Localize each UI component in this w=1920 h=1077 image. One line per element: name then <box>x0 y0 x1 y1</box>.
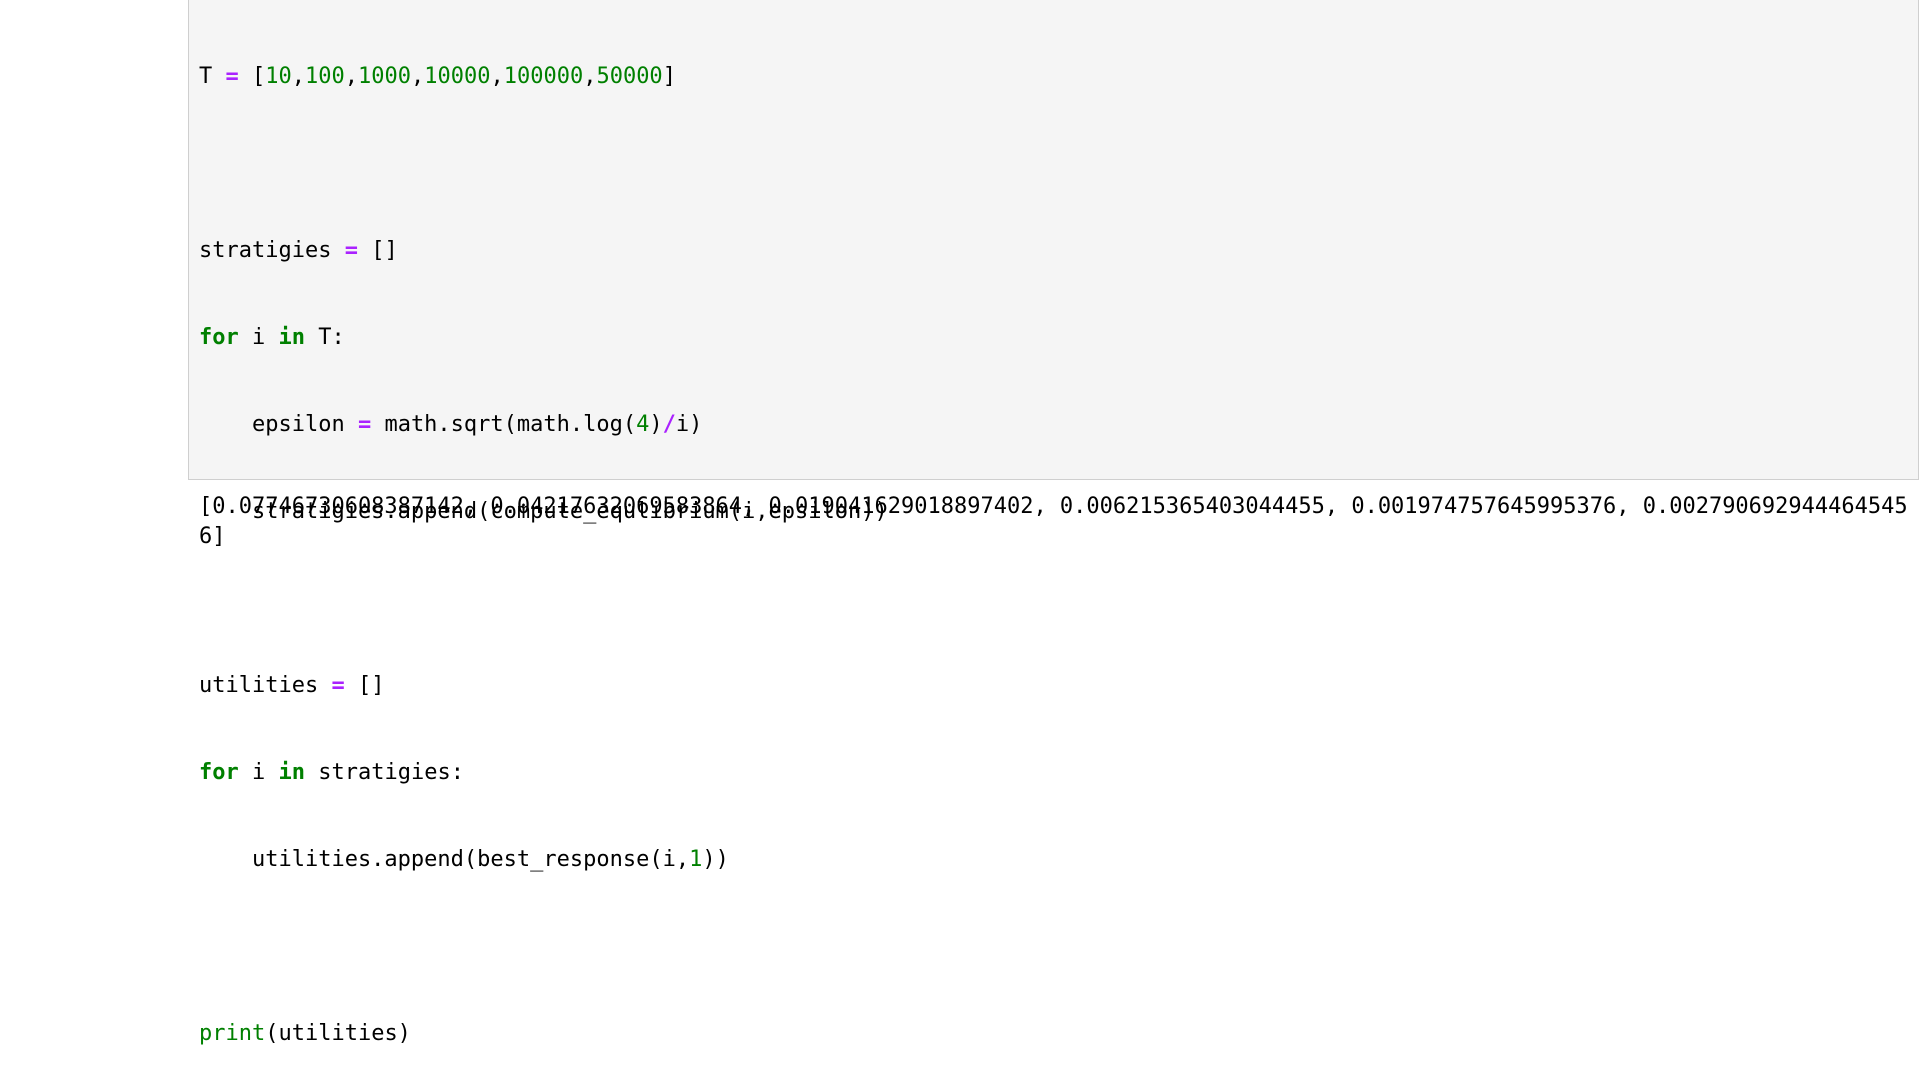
code-line-3: stratigies = [] <box>199 238 398 263</box>
code-line-4: for i in T: <box>199 325 345 350</box>
code-line-8: utilities = [] <box>199 673 385 698</box>
code-line-1: T = [10,100,1000,10000,100000,50000] <box>199 64 676 89</box>
cell-output: [0.07746730608387142, 0.0421763206958386… <box>199 494 1908 549</box>
code-line-12: print(utilities) <box>199 1021 411 1046</box>
code-line-10: utilities.append(best_response(i,1)) <box>199 847 729 872</box>
code-line-5: epsilon = math.sqrt(math.log(4)/i) <box>199 412 703 437</box>
code-line-9: for i in stratigies: <box>199 760 464 785</box>
